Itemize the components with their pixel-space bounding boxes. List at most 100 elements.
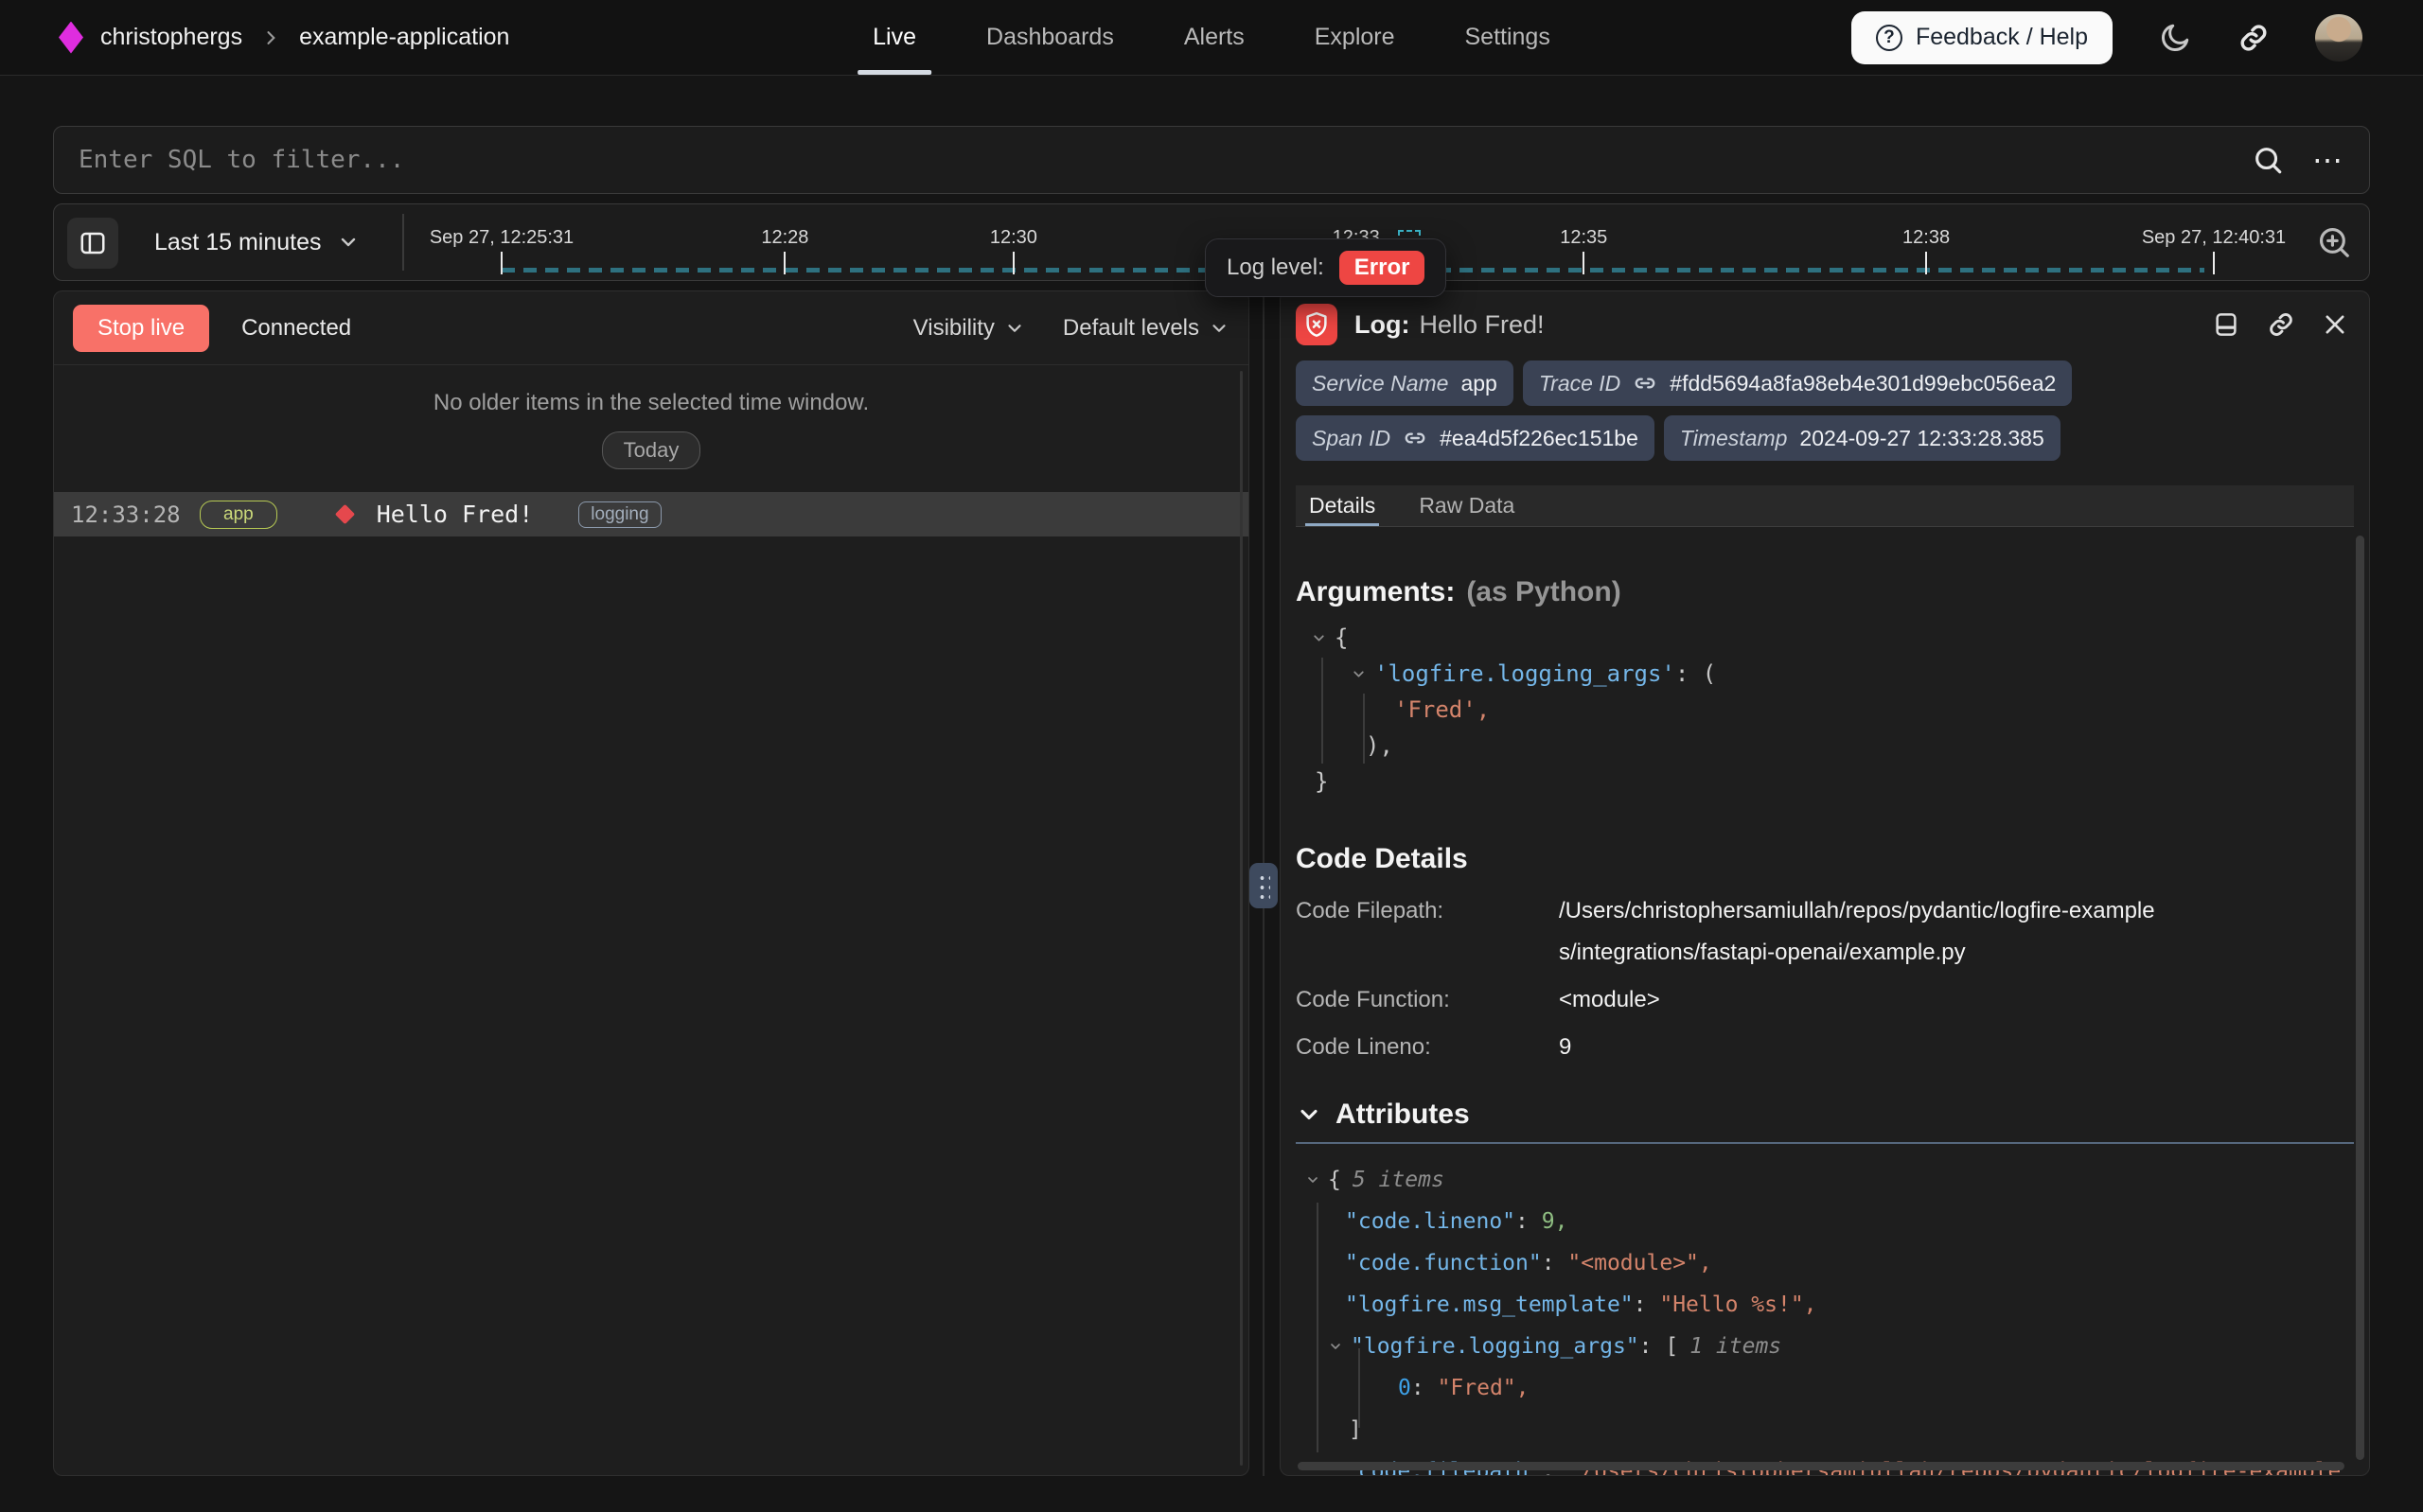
nav-item-settings[interactable]: Settings [1465,0,1550,75]
breadcrumb-project[interactable]: example-application [299,24,509,51]
span-id-value: #ea4d5f226ec151be [1440,426,1638,451]
share-link-button[interactable] [2237,22,2270,54]
breadcrumb-org[interactable]: christophergs [100,24,242,51]
more-options-icon[interactable]: ⋯ [2312,145,2344,175]
tooltip-label: Log level: [1227,255,1324,281]
moon-icon [2158,21,2192,55]
live-panel-header: Stop live Connected Visibility Default l… [54,291,1248,365]
user-avatar[interactable] [2315,14,2362,62]
close-panel-button[interactable] [2322,311,2348,338]
scope-tag[interactable]: logging [578,501,661,528]
stop-live-button[interactable]: Stop live [73,305,209,352]
json-value: "<module>", [1567,1242,1711,1284]
json-token: : [1542,1242,1568,1284]
detail-title: Log:Hello Fred! [1354,310,1545,340]
timeline-tick-label: 12:28 [761,227,808,249]
arguments-heading: Arguments: (as Python) [1296,576,2354,608]
tab-raw-data[interactable]: Raw Data [1419,485,1514,526]
divider [1296,1142,2354,1144]
help-icon: ? [1876,25,1902,51]
code-token: } [1315,764,1328,800]
detail-header: Log:Hello Fred! [1281,291,2369,351]
tab-details[interactable]: Details [1309,485,1375,526]
code-function-value: <module> [1559,979,1660,1021]
reader-view-button[interactable] [2212,310,2240,339]
drag-dots-icon [1257,872,1270,899]
json-items-count: 1 items [1689,1326,1781,1367]
log-message: Hello Fred! [377,501,534,528]
chevron-down-icon [337,231,360,254]
nav-item-live[interactable]: Live [873,0,916,75]
arguments-heading-suffix: (as Python) [1466,576,1620,607]
json-key: "logfire.logging_args" [1351,1326,1639,1367]
today-button[interactable]: Today [602,431,701,469]
copy-link-button[interactable] [2267,310,2295,339]
code-filepath-value: /Users/christophersamiullah/repos/pydant… [1559,890,2165,974]
panel-resize-handle[interactable] [1249,863,1278,908]
tick-mark [501,252,503,274]
json-value: 9, [1542,1201,1568,1242]
link-icon [2237,22,2270,54]
default-levels-label: Default levels [1063,315,1199,342]
breadcrumb-chevron-icon [261,28,280,47]
error-level-diamond-icon [335,504,355,524]
detail-tabs: Details Raw Data [1296,485,2354,527]
trace-id-tag[interactable]: Trace ID #fdd5694a8fa98eb4e301d99ebc056e… [1523,360,2073,406]
time-range-label: Last 15 minutes [154,229,322,256]
tick-mark [1013,252,1015,274]
code-token: ), [1366,728,1393,764]
reader-icon [2212,310,2240,339]
timestamp-tag[interactable]: Timestamp 2024-09-27 12:33:28.385 [1664,415,2060,461]
timeline-tick-label: 12:30 [990,227,1037,249]
nav-item-explore[interactable]: Explore [1315,0,1395,75]
timeline-tick-label: 12:35 [1560,227,1607,249]
collapse-toggle-icon[interactable] [1305,1172,1320,1187]
detail-panel-horizontal-scrollbar[interactable] [1298,1462,2344,1470]
detail-title-label: Log: [1354,310,1409,339]
nav-item-dashboards[interactable]: Dashboards [986,0,1114,75]
sql-filter-input[interactable] [79,146,2252,174]
service-name-value: app [1460,371,1496,396]
theme-toggle-button[interactable] [2158,21,2192,55]
collapse-toggle-icon[interactable] [1311,630,1327,646]
sidebar-toggle-button[interactable] [67,218,118,269]
trace-id-value: #fdd5694a8fa98eb4e301d99ebc056ea2 [1670,371,2056,396]
service-name-tag[interactable]: Service Name app [1296,360,1513,406]
tick-mark [1583,252,1584,274]
timeline-tick-label: 12:38 [1902,227,1950,249]
log-detail-panel: Log:Hello Fred! Service Name app Trace I… [1280,290,2370,1476]
code-function-row: Code Function: <module> [1296,979,2354,1021]
span-id-tag[interactable]: Span ID #ea4d5f226ec151be [1296,415,1654,461]
detail-panel-vertical-scrollbar[interactable] [2356,536,2364,1460]
search-icon[interactable] [2252,144,2284,176]
visibility-dropdown[interactable]: Visibility [913,315,1025,342]
json-key: "code.lineno" [1345,1201,1515,1242]
code-token: : ( [1675,656,1716,692]
feedback-help-button[interactable]: ? Feedback / Help [1851,11,2113,64]
tick-mark [1925,252,1927,274]
chevron-down-icon [1296,1101,1322,1128]
collapse-toggle-icon[interactable] [1328,1339,1343,1354]
breadcrumb: christophergs example-application [0,22,509,54]
logfire-logo-icon[interactable] [59,22,83,54]
time-range-dropdown[interactable]: Last 15 minutes [137,204,377,280]
main-nav: Live Dashboards Alerts Explore Settings [873,0,1550,75]
arguments-heading-text: Arguments: [1296,576,1455,607]
zoom-in-button[interactable] [2316,224,2352,260]
json-value: "Fred", [1438,1367,1530,1409]
default-levels-dropdown[interactable]: Default levels [1063,315,1229,342]
attributes-section-toggle[interactable]: Attributes [1296,1099,2354,1131]
service-tag[interactable]: app [200,501,277,529]
zoom-in-icon [2316,224,2352,260]
json-token: ] [1349,1409,1362,1450]
error-shield-icon [1296,304,1337,345]
log-row[interactable]: 12:33:28 app Hello Fred! logging [54,492,1248,536]
chevron-down-icon [1004,318,1025,339]
code-details-rows: Code Filepath: /Users/christophersamiull… [1296,890,2354,1068]
live-panel-scrollbar[interactable] [1240,371,1243,1466]
collapse-toggle-icon[interactable] [1351,666,1367,682]
nav-item-alerts[interactable]: Alerts [1184,0,1245,75]
timestamp-value: 2024-09-27 12:33:28.385 [1799,426,2043,451]
header-actions: ? Feedback / Help [1851,11,2423,64]
timeline-tick-label: Sep 27, 12:25:31 [430,227,574,249]
